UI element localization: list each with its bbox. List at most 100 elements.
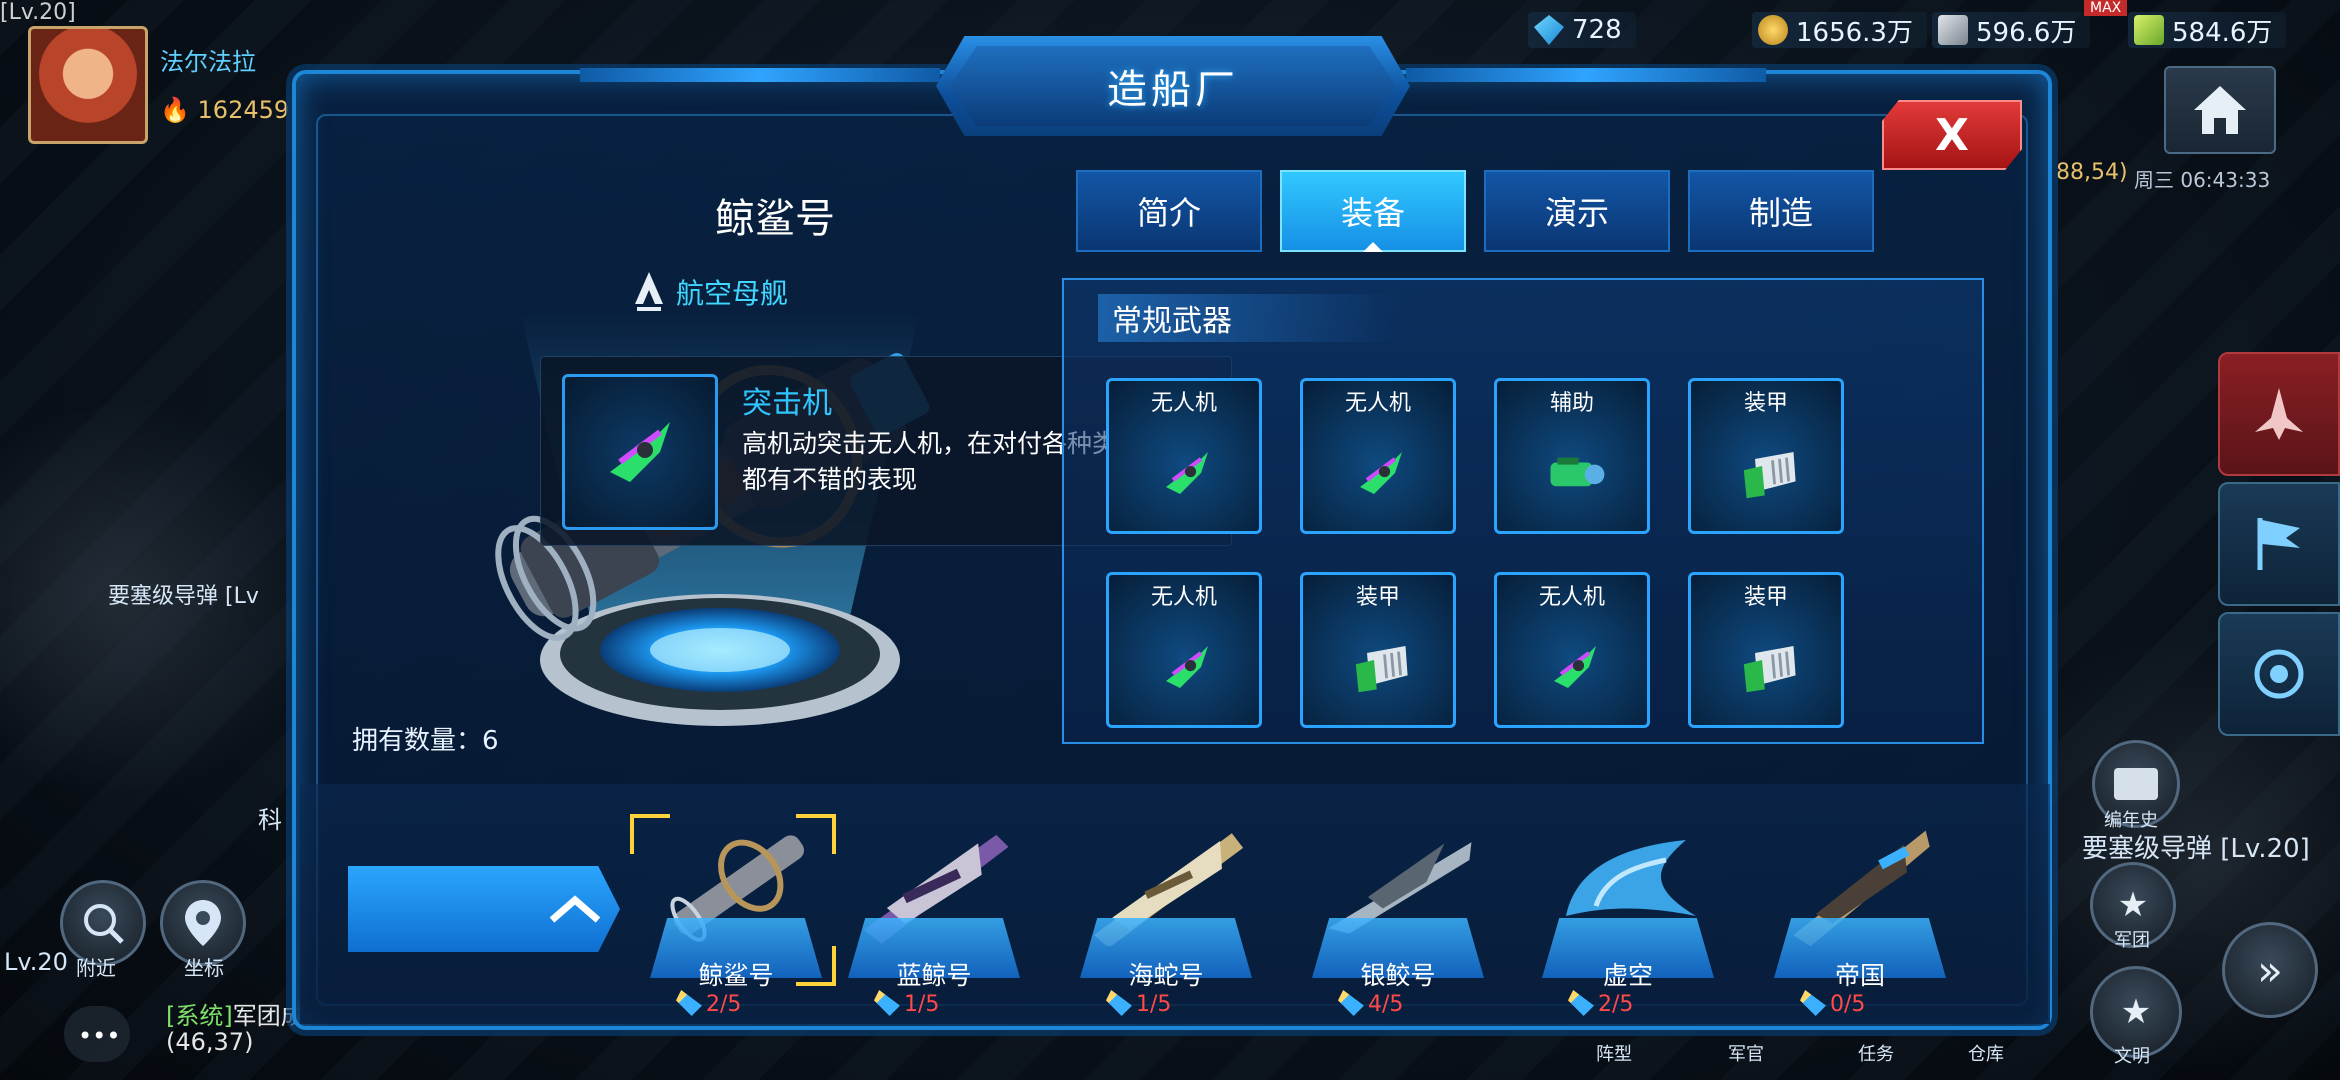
map-coordinate: 88,54) bbox=[2056, 160, 2128, 185]
selection-bracket bbox=[796, 814, 836, 854]
ship-card[interactable]: 虚空 2/5 bbox=[1528, 826, 1728, 1026]
tooltip-equipment-icon bbox=[562, 374, 718, 530]
crystal-icon bbox=[2134, 15, 2164, 45]
tooltip-title: 突击机 bbox=[742, 386, 832, 421]
officer-label: 军官 bbox=[1728, 1044, 1764, 1065]
title-wing-left bbox=[580, 68, 940, 82]
resource-metal[interactable]: 596.6万 bbox=[1932, 12, 2091, 48]
crystal-value: 584.6万 bbox=[2172, 17, 2273, 48]
collapse-ship-list-button[interactable] bbox=[348, 866, 620, 952]
expand-menu-button[interactable]: » bbox=[2222, 922, 2318, 1018]
ship-name: 鲸鲨号 bbox=[715, 196, 835, 242]
warehouse-label: 仓库 bbox=[1968, 1044, 2004, 1065]
armor-plate-icon bbox=[1729, 627, 1809, 707]
formation-label: 阵型 bbox=[1596, 1044, 1632, 1065]
slot-label: 无人机 bbox=[1150, 391, 1217, 416]
chat-system-tag: [系统] bbox=[166, 1002, 233, 1030]
flag-icon bbox=[2257, 518, 2300, 570]
drone-icon bbox=[610, 422, 670, 482]
folder-icon bbox=[2114, 768, 2158, 800]
drone-icon bbox=[1341, 433, 1421, 513]
resource-gold[interactable]: 1656.3万 bbox=[1752, 12, 1927, 48]
ship-count: 1/5 bbox=[904, 992, 940, 1017]
top-level-label: [Lv.20] bbox=[0, 0, 76, 25]
blueprint-icon bbox=[874, 990, 900, 1016]
tab-intro[interactable]: 简介 bbox=[1076, 170, 1262, 252]
slot-label: 装甲 bbox=[1355, 585, 1400, 610]
ship-card-name: 海蛇号 bbox=[1128, 961, 1204, 990]
equipment-slot[interactable]: 无人机 bbox=[1300, 378, 1456, 534]
equipment-slot[interactable]: 无人机 bbox=[1494, 572, 1650, 728]
slot-label: 辅助 bbox=[1549, 391, 1594, 416]
tab-equipment[interactable]: 装备 bbox=[1280, 170, 1466, 252]
ship-card-name: 蓝鲸号 bbox=[896, 961, 972, 990]
star-badge-icon: ★ bbox=[2117, 885, 2149, 925]
ship-count: 4/5 bbox=[1368, 992, 1404, 1017]
radar-icon bbox=[2254, 649, 2304, 699]
ship-card-name: 银鲛号 bbox=[1360, 961, 1436, 990]
support-module-icon bbox=[1535, 433, 1615, 513]
equipment-slot[interactable]: 无人机 bbox=[1106, 378, 1262, 534]
spaceship-icon bbox=[2255, 388, 2303, 440]
slot-label: 无人机 bbox=[1538, 585, 1605, 610]
metal-icon bbox=[1938, 15, 1968, 45]
civilization-label: 文明 bbox=[2114, 1046, 2150, 1067]
ship-count: 0/5 bbox=[1830, 992, 1866, 1017]
ship-card[interactable]: 蓝鲸号 1/5 bbox=[834, 826, 1034, 1026]
drone-icon bbox=[1147, 433, 1227, 513]
ship-card-name: 帝国 bbox=[1834, 961, 1885, 990]
tab-demo[interactable]: 演示 bbox=[1484, 170, 1670, 252]
power-icon: 🔥 bbox=[160, 96, 190, 124]
flag-side-button[interactable] bbox=[2218, 482, 2340, 606]
equipment-header: 常规武器 bbox=[1098, 294, 1398, 342]
gold-coin-icon bbox=[1758, 15, 1788, 45]
equipment-slot[interactable]: 辅助 bbox=[1494, 378, 1650, 534]
armor-plate-icon bbox=[1341, 627, 1421, 707]
bottom-level: Lv.20 bbox=[4, 948, 68, 976]
home-button[interactable] bbox=[2164, 66, 2276, 154]
drone-icon bbox=[1147, 627, 1227, 707]
title-plate: 造船厂 bbox=[936, 36, 1410, 136]
chat-bubble-icon: ••• bbox=[78, 1022, 121, 1050]
slot-label: 装甲 bbox=[1743, 585, 1788, 610]
legion-label: 军团 bbox=[2114, 930, 2150, 951]
blueprint-icon bbox=[1800, 990, 1826, 1016]
power-value: 162459 bbox=[197, 96, 290, 124]
resource-diamond[interactable]: 728 bbox=[1528, 12, 1636, 48]
player-name: 法尔法拉 bbox=[160, 48, 256, 76]
resource-crystal[interactable]: 584.6万 bbox=[2128, 12, 2287, 48]
blueprint-icon bbox=[1106, 990, 1132, 1016]
blueprint-icon bbox=[676, 990, 702, 1016]
mission-label: 任务 bbox=[1858, 1044, 1894, 1065]
chat-button[interactable]: ••• bbox=[64, 1006, 130, 1062]
tab-build[interactable]: 制造 bbox=[1688, 170, 1874, 252]
diamond-icon bbox=[1534, 15, 1564, 45]
chat-coordinate[interactable]: (46,37) bbox=[166, 1028, 253, 1056]
close-button[interactable]: X bbox=[1882, 100, 2022, 170]
equipment-slot[interactable]: 装甲 bbox=[1688, 572, 1844, 728]
blueprint-icon bbox=[1338, 990, 1364, 1016]
coordinate-label: 坐标 bbox=[184, 956, 224, 980]
ship-count: 2/5 bbox=[706, 992, 742, 1017]
player-avatar[interactable] bbox=[28, 26, 148, 144]
equipment-slot[interactable]: 装甲 bbox=[1688, 378, 1844, 534]
double-chevron-right-icon: » bbox=[2257, 945, 2283, 995]
ship-card[interactable]: 鲸鲨号 2/5 bbox=[630, 814, 836, 1026]
map-pin-icon bbox=[185, 900, 221, 946]
equipment-slot[interactable]: 无人机 bbox=[1106, 572, 1262, 728]
fleet-side-button[interactable] bbox=[2218, 352, 2340, 476]
ship-card-name: 虚空 bbox=[1602, 961, 1653, 990]
diamond-value: 728 bbox=[1572, 15, 1622, 45]
ship-card[interactable]: 海蛇号 1/5 bbox=[1066, 826, 1266, 1026]
slot-label: 无人机 bbox=[1150, 585, 1217, 610]
radar-side-button[interactable] bbox=[2218, 612, 2340, 736]
ship-card[interactable]: 帝国 0/5 bbox=[1760, 826, 1960, 1026]
equipment-slot[interactable]: 装甲 bbox=[1300, 572, 1456, 728]
ship-count: 1/5 bbox=[1136, 992, 1172, 1017]
chevron-up-icon bbox=[549, 895, 601, 923]
ship-card[interactable]: 银鲛号 4/5 bbox=[1298, 826, 1498, 1026]
metal-max-badge: MAX bbox=[2084, 0, 2128, 16]
selection-bracket bbox=[796, 946, 836, 986]
left-map-label: 要塞级导弹 [Lv bbox=[108, 584, 259, 609]
slot-label: 无人机 bbox=[1344, 391, 1411, 416]
